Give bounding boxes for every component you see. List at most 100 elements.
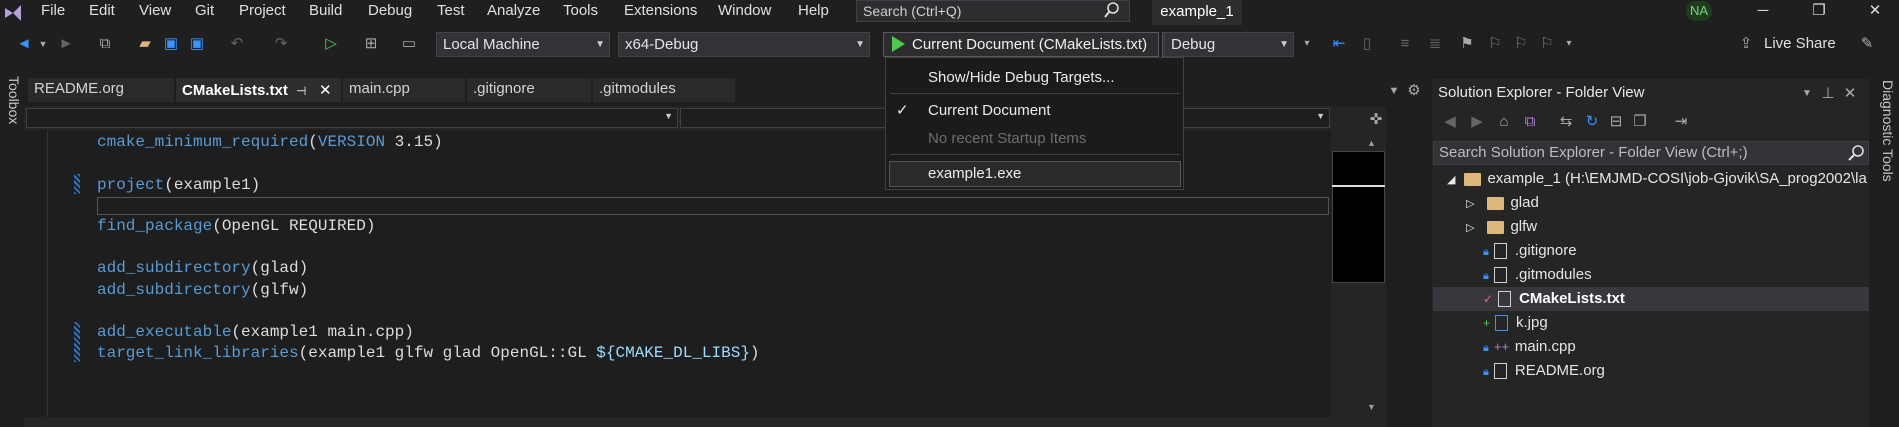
menu-extensions[interactable]: Extensions <box>624 0 697 22</box>
code-line: project(example1) <box>97 176 261 194</box>
tree-item-glfw[interactable]: ▷ glfw <box>1466 216 1537 238</box>
toolbox-tab[interactable]: Toolbox <box>0 76 22 146</box>
menu-item-current-document[interactable]: Current Document <box>928 101 1051 121</box>
menu-git[interactable]: Git <box>195 0 214 22</box>
scope-dropdown[interactable]: ▼ <box>26 108 678 128</box>
close-window-icon[interactable]: ✕ <box>1852 0 1898 22</box>
forward-icon[interactable]: ► <box>56 33 76 55</box>
tree-item-readme[interactable]: 🔒︎ README.org <box>1483 360 1605 382</box>
tree-root[interactable]: ◢ example_1 (H:\EMJMD-COSI\job-Gjovik\SA_… <box>1447 168 1867 190</box>
feedback-icon[interactable]: ✎ <box>1856 33 1878 55</box>
tree-item-gitmodules[interactable]: 🔒︎ .gitmodules <box>1483 264 1592 286</box>
layout-icon[interactable]: ▯ <box>1356 33 1378 55</box>
show-all-files-icon[interactable]: ❐ <box>1630 111 1650 133</box>
window-icon[interactable]: ▭ <box>398 33 420 55</box>
minimize-icon[interactable]: ─ <box>1740 0 1786 22</box>
tab-gitmodules[interactable]: .gitmodules <box>593 78 735 102</box>
menu-debug[interactable]: Debug <box>368 0 412 22</box>
menu-build[interactable]: Build <box>309 0 342 22</box>
pin-icon[interactable]: ⊥ <box>1820 83 1836 105</box>
home-icon[interactable]: ⌂ <box>1494 111 1514 133</box>
toolbar-overflow-icon[interactable]: ▾ <box>1300 33 1314 55</box>
code-minimap[interactable] <box>1332 151 1385 283</box>
settings-gear-icon[interactable]: ⚙ <box>1405 80 1423 102</box>
menu-tools[interactable]: Tools <box>563 0 598 22</box>
tab-list-dropdown-icon[interactable]: ▼ <box>1385 80 1403 102</box>
check-icon: ✓ <box>896 102 909 119</box>
live-share-button[interactable]: Live Share <box>1764 33 1864 55</box>
refresh-icon[interactable]: ↻ <box>1582 111 1602 133</box>
gutter-divider <box>47 131 48 427</box>
start-without-debug-icon[interactable]: ▷ <box>320 33 342 55</box>
close-tab-icon[interactable]: ✕ <box>319 80 332 102</box>
tree-item-k-jpg[interactable]: + k.jpg <box>1483 312 1548 334</box>
menu-edit[interactable]: Edit <box>89 0 115 22</box>
solution-search-input[interactable]: Search Solution Explorer - Folder View (… <box>1433 141 1869 165</box>
sync-icon[interactable]: ⇆ <box>1556 111 1576 133</box>
menu-test[interactable]: Test <box>437 0 465 22</box>
menu-help[interactable]: Help <box>798 0 829 22</box>
menu-item-example1-exe[interactable]: example1.exe <box>928 164 1021 184</box>
close-panel-icon[interactable]: ✕ <box>1842 83 1858 105</box>
tree-item-label: glfw <box>1510 218 1538 235</box>
tab-readme[interactable]: README.org <box>28 78 174 102</box>
save-icon[interactable]: ▣ <box>160 33 182 55</box>
toolbar-overflow-icon[interactable]: ▾ <box>1562 33 1576 55</box>
restore-icon[interactable]: ❐ <box>1796 0 1842 22</box>
tab-main-cpp[interactable]: main.cpp <box>343 78 465 102</box>
bookmark-icon[interactable]: ⚑ <box>1456 33 1478 55</box>
tree-item-cmakelists[interactable]: ✓ CMakeLists.txt <box>1483 288 1625 310</box>
pin-icon[interactable]: ⊣ <box>296 80 306 102</box>
tree-item-label: main.cpp <box>1514 338 1576 355</box>
tree-item-main-cpp[interactable]: 🔒︎ ++ main.cpp <box>1483 336 1576 358</box>
bookmark-clear-icon[interactable]: ⚐ <box>1536 33 1558 55</box>
run-button[interactable]: Current Document (CMakeLists.txt) <box>883 32 1159 57</box>
back-icon[interactable]: ◄ <box>12 33 36 55</box>
expand-right-icon: ▷ <box>1466 222 1475 234</box>
chevron-down-icon: ▼ <box>855 39 865 50</box>
search-input[interactable]: Search (Ctrl+Q) <box>856 0 1130 22</box>
target-label: Local Machine <box>443 36 540 53</box>
solution-title: example_1 <box>1152 0 1242 26</box>
redo-icon[interactable]: ↷ <box>270 33 292 55</box>
browse-icon[interactable]: ⊞ <box>360 33 382 55</box>
avatar[interactable]: NA <box>1686 1 1712 21</box>
tab-gitignore[interactable]: .gitignore <box>467 78 591 102</box>
menu-window[interactable]: Window <box>718 0 771 22</box>
debug-mode-dropdown[interactable]: Debug ▼ <box>1164 32 1294 57</box>
menu-analyze[interactable]: Analyze <box>487 0 540 22</box>
diagnostic-tools-tab[interactable]: Diagnostic Tools <box>1874 80 1896 182</box>
uncomment-icon[interactable]: ≣ <box>1424 33 1446 55</box>
back-icon[interactable]: ◀ <box>1441 111 1459 133</box>
step-icon[interactable]: ⇤ <box>1328 33 1350 55</box>
lock-icon: 🔒︎ <box>1483 342 1489 354</box>
file-icon <box>1498 291 1512 308</box>
open-folder-icon[interactable]: ▰ <box>134 33 156 55</box>
tree-item-gitignore[interactable]: 🔒︎ .gitignore <box>1483 240 1577 262</box>
tree-item-label: .gitignore <box>1514 242 1577 259</box>
new-project-icon[interactable]: ⧉ <box>94 33 116 55</box>
save-all-icon[interactable]: ▣ <box>186 33 208 55</box>
config-dropdown[interactable]: x64-Debug ▼ <box>618 32 870 57</box>
share-icon[interactable]: ⇪ <box>1736 33 1756 55</box>
back-dropdown-icon[interactable]: ▼ <box>36 33 50 55</box>
menu-file[interactable]: File <box>41 0 65 22</box>
collapse-all-icon[interactable]: ⊟ <box>1606 111 1626 133</box>
properties-icon[interactable]: ⇥ <box>1670 111 1692 133</box>
tab-cmakelists[interactable]: CMakeLists.txt ⊣ ✕ <box>176 78 341 102</box>
scroll-up-icon[interactable]: ▲ <box>1367 138 1376 148</box>
scroll-down-icon[interactable]: ▼ <box>1367 402 1376 412</box>
comment-icon[interactable]: ≡ <box>1394 33 1416 55</box>
bookmark-prev-icon[interactable]: ⚐ <box>1484 33 1506 55</box>
undo-icon[interactable]: ↶ <box>226 33 248 55</box>
tree-item-glad[interactable]: ▷ glad <box>1466 192 1539 214</box>
bookmark-next-icon[interactable]: ⚐ <box>1510 33 1532 55</box>
menu-project[interactable]: Project <box>239 0 286 22</box>
menu-item-show-hide-targets[interactable]: Show/Hide Debug Targets... <box>928 68 1115 88</box>
forward-icon[interactable]: ▶ <box>1468 111 1486 133</box>
menu-view[interactable]: View <box>139 0 171 22</box>
split-icon[interactable]: ✜ <box>1366 109 1386 131</box>
switch-views-icon[interactable]: ⧉ <box>1520 111 1540 133</box>
target-dropdown[interactable]: Local Machine ▼ <box>436 32 610 57</box>
panel-dropdown-icon[interactable]: ▼ <box>1800 83 1814 105</box>
